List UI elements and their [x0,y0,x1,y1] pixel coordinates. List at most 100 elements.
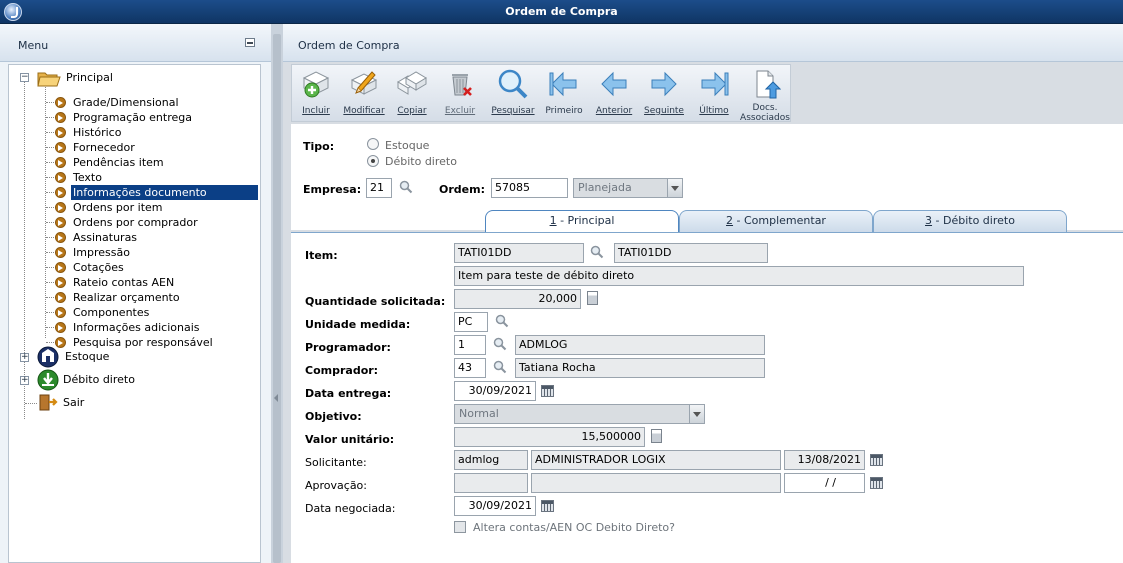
menu-item[interactable]: Componentes [71,305,151,320]
pesquisar-button[interactable]: Pesquisar [488,67,538,121]
menu-item[interactable]: Realizar orçamento [71,290,182,305]
tab-principal[interactable]: 1 - Principal [485,210,679,232]
menu-item[interactable]: Ordens por item [71,200,165,215]
item-code2-field[interactable]: TATI01DD [614,243,768,263]
status-combo[interactable]: Planejada [573,178,683,198]
menu-item[interactable]: Impressão [71,245,132,260]
calendar-icon[interactable] [870,454,883,466]
anterior-button[interactable]: Anterior [592,67,636,121]
menu-item[interactable]: Ordens por comprador [71,215,200,230]
docs-associados-button[interactable]: Docs. Associados [740,67,790,123]
arrow-right-icon [55,217,66,228]
valor-field[interactable]: 15,500000 [454,427,645,447]
copy-documents-icon [397,71,427,95]
item-desc-field[interactable]: Item para teste de débito direto [454,266,1024,286]
copiar-button[interactable]: Copiar [390,67,434,121]
programador-code-field[interactable]: 1 [454,335,486,355]
panel-splitter[interactable] [271,24,283,563]
programador-name-field[interactable]: ADMLOG [515,335,765,355]
seguinte-button[interactable]: Seguinte [642,67,686,121]
search-icon [498,69,528,99]
tree-line [46,222,54,223]
solicitante-date-field[interactable]: 13/08/2021 [784,450,865,470]
calendar-icon[interactable] [870,477,883,489]
solicitante-user-field[interactable]: admlog [454,450,528,470]
comprador-name-field[interactable]: Tatiana Rocha [515,358,765,378]
unidade-search-icon[interactable] [495,314,509,328]
primeiro-button[interactable]: Primeiro [542,67,586,121]
modificar-button[interactable]: Modificar [342,67,386,121]
menu-item[interactable]: Fornecedor [71,140,137,155]
tree-root-principal[interactable]: Principal [66,70,113,85]
expand-estoque-icon[interactable]: + [20,353,29,362]
chevron-down-icon[interactable] [689,405,704,423]
aprovacao-date-field[interactable]: / / [784,473,865,493]
objetivo-combo[interactable]: Normal [454,404,705,424]
main-form: Item: TATI01DD TATI01DD Item para teste … [291,232,1123,563]
qtd-field[interactable]: 20,000 [454,289,581,309]
calendar-icon[interactable] [541,385,554,397]
menu-item[interactable]: Pesquisa por responsável [71,335,215,350]
menu-item[interactable]: Pendências item [71,155,166,170]
altera-contas-checkbox[interactable] [454,521,466,533]
tab-debito-label: - Débito direto [932,214,1015,227]
arrow-right-icon [55,232,66,243]
expand-debito-icon[interactable]: + [20,376,29,385]
pesquisar-label: Pesquisar [491,106,535,116]
menu-item[interactable]: Histórico [71,125,123,140]
ordem-label: Ordem: [439,183,485,196]
menu-item[interactable]: Programação entrega [71,110,194,125]
collapse-principal-icon[interactable]: − [20,73,29,82]
aprovacao-name-field[interactable] [531,473,781,493]
menu-item[interactable]: Rateio contas AEN [71,275,176,290]
programador-search-icon[interactable] [493,337,507,351]
menu-header-label: Menu [18,39,49,52]
solicitante-name-field[interactable]: ADMINISTRADOR LOGIX [531,450,781,470]
item-code-field[interactable]: TATI01DD [454,243,584,263]
menu-item[interactable]: Cotações [71,260,126,275]
arrow-right-icon [55,292,66,303]
exit-door-icon [39,394,58,411]
splitter-collapse-icon[interactable] [274,394,278,402]
menu-item[interactable]: Texto [71,170,104,185]
ordem-field[interactable]: 57085 [491,178,568,198]
trash-delete-icon [452,74,472,96]
ultimo-button[interactable]: Último [692,67,736,121]
aprovacao-user-field[interactable] [454,473,528,493]
calculator-icon[interactable] [651,429,662,443]
tree-root-debito[interactable]: Débito direto [63,372,135,387]
calendar-icon[interactable] [541,500,554,512]
tipo-debito-radio[interactable] [367,155,379,167]
tipo-estoque-radio[interactable] [367,138,379,150]
minimize-icon[interactable] [245,38,255,47]
edit-pencil-icon [350,71,378,95]
menu-item[interactable]: Informações documento [71,185,258,200]
tree-root-estoque[interactable]: Estoque [65,349,109,364]
arrow-right-icon [55,307,66,318]
unidade-label: Unidade medida: [305,318,411,331]
tree-line [46,177,54,178]
anterior-label: Anterior [595,106,633,116]
calculator-icon[interactable] [587,291,598,305]
empresa-search-icon[interactable] [399,180,413,194]
data-negociada-field[interactable]: 30/09/2021 [454,496,536,516]
tab-debito-direto[interactable]: 3 - Débito direto [873,210,1067,232]
tree-line [46,192,54,193]
empresa-field[interactable]: 21 [366,178,392,198]
comprador-search-icon[interactable] [493,360,507,374]
window-title: Ordem de Compra [505,5,618,18]
tab-complementar[interactable]: 2 - Complementar [679,210,873,232]
unidade-field[interactable]: PC [454,312,488,332]
chevron-down-icon[interactable] [667,179,682,197]
incluir-button[interactable]: Incluir [294,67,338,121]
tree-root-sair[interactable]: Sair [63,395,84,410]
debito-direto-icon [37,369,59,391]
item-search-icon[interactable] [590,245,604,259]
data-entrega-field[interactable]: 30/09/2021 [454,381,536,401]
comprador-code-field[interactable]: 43 [454,358,486,378]
menu-item[interactable]: Grade/Dimensional [71,95,181,110]
excluir-button[interactable]: Excluir [438,67,482,121]
menu-item[interactable]: Assinaturas [71,230,139,245]
menu-item[interactable]: Informações adicionais [71,320,202,335]
main-panel: Ordem de Compra Incluir Modificar Copiar… [283,24,1123,563]
